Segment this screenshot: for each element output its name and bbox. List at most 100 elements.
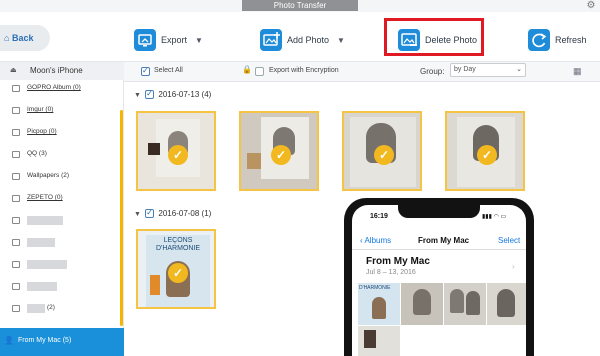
sidebar-item-label: (2) — [47, 304, 55, 311]
group-date-label: 2016-07-08 (1) — [158, 209, 212, 218]
sidebar-item-label: Picpop (0) — [27, 128, 57, 135]
chevron-down-icon: ⌄ — [516, 66, 522, 73]
sidebar-item-label: GOPRO Album (0) — [27, 84, 81, 91]
lock-icon: 🔒 — [242, 65, 252, 74]
photo-thumbnail[interactable]: ✓ — [136, 111, 216, 191]
collapse-icon[interactable]: ▼ — [134, 211, 141, 218]
checkmark-icon: ✓ — [271, 145, 291, 165]
phone-album-title: From My Mac — [366, 256, 430, 267]
grid-view-icon[interactable]: ▦ — [573, 66, 587, 78]
sidebar-item-blurred[interactable] — [0, 276, 124, 298]
sidebar-item-zepeto[interactable]: ZEPETO (0) — [0, 188, 124, 210]
book-cover-title: LEÇONS D'HARMONIE — [148, 237, 208, 253]
phone-thumbnail[interactable]: D'HARMONIE — [358, 283, 400, 325]
sidebar-item-picpop[interactable]: Picpop (0) — [0, 122, 124, 144]
sidebar-item-from-my-mac[interactable]: 👤 From My Mac (5) — [0, 328, 124, 356]
album-icon — [12, 129, 20, 136]
blurred-label — [27, 282, 57, 291]
group-date-label: 2016-07-13 (4) — [158, 90, 212, 99]
user-icon: 👤 — [4, 336, 14, 345]
chevron-down-icon[interactable]: ▼ — [337, 36, 345, 45]
sidebar-item-partial[interactable]: (2) — [0, 298, 124, 320]
date-group-header[interactable]: ▼ 2016-07-08 (1) — [134, 208, 212, 219]
sidebar: ⏏ Moon's iPhone GOPRO Album (0) Imgur (0… — [0, 62, 124, 356]
phone-back-button[interactable]: ‹ Albums — [360, 236, 391, 245]
album-icon — [12, 151, 20, 158]
sidebar-item-gopro[interactable]: GOPRO Album (0) — [0, 78, 124, 100]
sidebar-item-label: From My Mac (5) — [18, 337, 72, 344]
photo-thumbnail[interactable]: ✓ — [342, 111, 422, 191]
phone-thumbnail[interactable] — [487, 283, 526, 325]
checkmark-icon: ✓ — [168, 145, 188, 165]
window-title: Photo Transfer — [242, 0, 358, 11]
blurred-label — [27, 304, 45, 313]
sidebar-item-label: ZEPETO (0) — [27, 194, 63, 201]
collapse-icon[interactable]: ▼ — [134, 92, 141, 99]
phone-select-button[interactable]: Select — [498, 236, 520, 245]
add-photo-label: Add Photo — [287, 35, 330, 45]
blurred-label — [27, 216, 63, 225]
refresh-icon — [528, 29, 550, 51]
book-cover-line: D'HARMONIE — [155, 245, 201, 252]
add-photo-button[interactable]: Add Photo ▼ — [260, 25, 345, 55]
photo-transfer-window: Photo Transfer ⚙ ⌂ Back Export ▼ Add Pho… — [0, 0, 600, 356]
group-select-value: by Day — [454, 66, 476, 73]
phone-thumbnail[interactable] — [358, 326, 400, 356]
group-checkbox[interactable] — [145, 208, 155, 219]
status-icons: ▮▮▮ ◠ ▭ — [482, 214, 507, 220]
gear-icon[interactable]: ⚙ — [585, 0, 597, 12]
checkmark-icon: ✓ — [374, 145, 394, 165]
add-photo-icon — [260, 29, 282, 51]
sidebar-item-wallpapers[interactable]: Wallpapers (2) — [0, 166, 124, 188]
phone-back-label: Albums — [364, 236, 392, 245]
phone-thumbnail[interactable] — [401, 283, 443, 325]
photo-thumbnail[interactable]: LEÇONS D'HARMONIE ✓ — [136, 229, 216, 309]
iphone-screen: 16:19 ▮▮▮ ◠ ▭ ‹ Albums From My Mac Selec… — [352, 205, 526, 356]
photo-thumbnail[interactable]: ✓ — [239, 111, 319, 191]
album-icon — [12, 85, 20, 92]
phone-album-dates: Jul 8 – 13, 2016 — [366, 269, 416, 276]
book-cover-line: LEÇONS — [163, 237, 193, 244]
album-icon — [12, 239, 20, 246]
export-button[interactable]: Export ▼ — [134, 25, 203, 55]
back-button[interactable]: ⌂ Back — [0, 25, 50, 51]
action-bar: Select All 🔒 Export with Encryption Grou… — [124, 62, 600, 82]
highlight-box — [384, 18, 484, 56]
group-select[interactable]: by Day ⌄ — [450, 63, 526, 77]
phone-thumbnail[interactable] — [444, 283, 486, 325]
sidebar-item-label: Wallpapers (2) — [27, 172, 70, 179]
encryption-checkbox[interactable] — [255, 67, 264, 76]
sidebar-item-blurred[interactable] — [0, 254, 124, 276]
sidebar-item-imgur[interactable]: Imgur (0) — [0, 100, 124, 122]
refresh-label: Refresh — [555, 35, 587, 45]
sidebar-item-label: Imgur (0) — [27, 106, 54, 113]
export-encryption-label: Export with Encryption — [269, 67, 339, 74]
iphone-notch — [398, 205, 480, 218]
date-group-header[interactable]: ▼ 2016-07-13 (4) — [134, 89, 212, 100]
blurred-label — [27, 238, 55, 247]
album-icon — [12, 261, 20, 268]
album-icon — [12, 195, 20, 202]
select-all-label: Select All — [154, 67, 183, 74]
refresh-button[interactable]: Refresh — [528, 25, 587, 55]
checkmark-icon: ✓ — [168, 263, 188, 283]
checkmark-icon: ✓ — [477, 145, 497, 165]
export-icon — [134, 29, 156, 51]
photo-thumbnail[interactable]: ✓ — [445, 111, 525, 191]
group-checkbox[interactable] — [145, 89, 155, 100]
phone-thumb-text: D'HARMONIE — [359, 285, 391, 291]
chevron-right-icon[interactable]: › — [512, 262, 515, 271]
sidebar-item-qq[interactable]: QQ (3) — [0, 144, 124, 166]
back-label: Back — [11, 33, 34, 43]
album-icon — [12, 283, 20, 290]
sidebar-item-blurred[interactable] — [0, 232, 124, 254]
album-icon — [12, 217, 20, 224]
album-icon — [12, 107, 20, 114]
sidebar-scrollbar[interactable] — [120, 110, 123, 326]
sidebar-item-label: QQ (3) — [27, 150, 47, 157]
sidebar-item-blurred[interactable] — [0, 210, 124, 232]
phone-time: 16:19 — [370, 213, 388, 220]
chevron-down-icon[interactable]: ▼ — [195, 36, 203, 45]
export-label: Export — [161, 35, 188, 45]
select-all-checkbox[interactable] — [141, 66, 150, 76]
